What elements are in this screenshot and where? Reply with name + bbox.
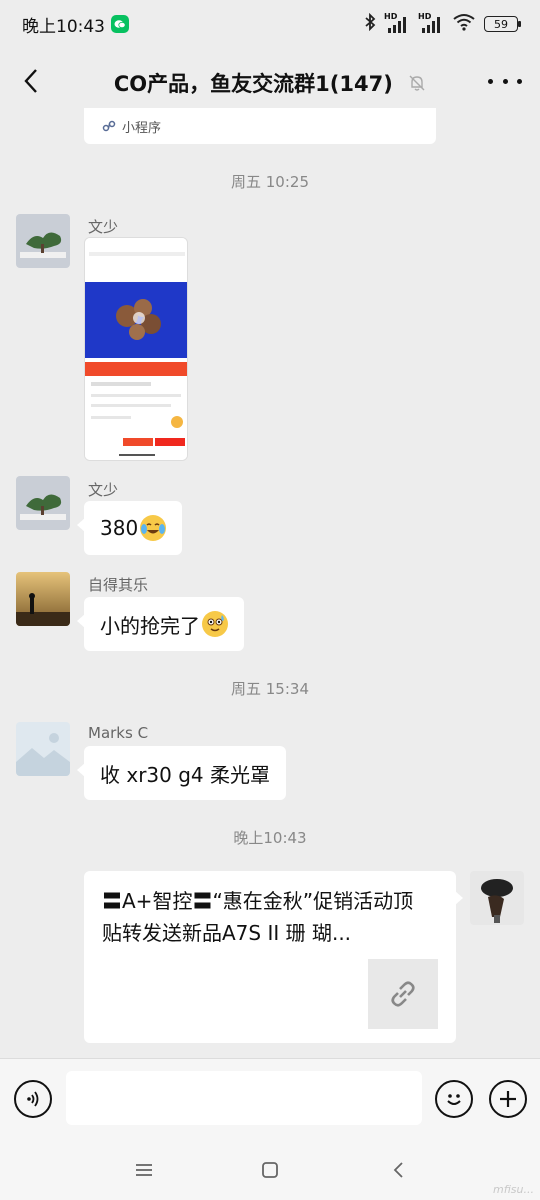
nav-back-button[interactable] (384, 1156, 412, 1184)
sender-name: Marks C (88, 724, 149, 742)
hd-label: HD (384, 12, 398, 21)
message-timestamp: 晚上10:43 (233, 829, 307, 847)
nav-menu-button[interactable] (130, 1156, 158, 1184)
plus-button[interactable] (489, 1080, 527, 1118)
link-message-card[interactable]: 〓A+智控〓“惠在金秋”促销活动顶贴转发送新品A7S II 珊 瑚... (84, 871, 463, 1043)
chat-title-text: CO产品，鱼友交流群1(147) (113, 72, 393, 96)
avatar[interactable] (16, 214, 70, 268)
image-message[interactable] (84, 237, 188, 461)
nav-home-button[interactable] (256, 1156, 284, 1184)
emoji-button[interactable] (435, 1080, 473, 1118)
message-timestamp: 周五 15:34 (231, 680, 309, 698)
mini-program-label: 小程序 (122, 120, 162, 136)
back-icon (393, 1162, 403, 1178)
emoji-icon (447, 1094, 461, 1105)
sender-name: 文少 (88, 481, 119, 499)
more-dots-icon (488, 78, 493, 84)
message-text: 小的抢完了 (100, 613, 200, 638)
avatar[interactable] (16, 722, 70, 776)
battery-indicator: 59 (484, 16, 521, 32)
plus-icon (500, 1091, 516, 1107)
wifi-icon (452, 13, 476, 36)
bell-off-icon (408, 73, 426, 97)
sweat-smile-emoji-icon (202, 611, 228, 637)
bluetooth-icon (364, 12, 376, 36)
message-bubble[interactable]: 小的抢完了 (77, 597, 244, 651)
mini-program-icon (102, 120, 116, 132)
avatar[interactable] (16, 476, 70, 530)
sender-name: 自得其乐 (88, 576, 149, 594)
message-input[interactable] (66, 1071, 422, 1125)
menu-icon (136, 1164, 152, 1176)
signal-icon: HD (384, 12, 410, 34)
hd-label-2: HD (418, 12, 432, 21)
avatar[interactable] (16, 572, 70, 626)
watermark: mfisu... (492, 1183, 534, 1196)
message-timestamp: 周五 10:25 (231, 173, 309, 191)
message-text: 收 xr30 g4 柔光罩 (100, 762, 270, 787)
link-thumbnail (368, 959, 438, 1029)
message-text: 380 (100, 516, 139, 540)
self-avatar[interactable] (470, 871, 524, 925)
chat-title: CO产品，鱼友交流群1(147) (0, 68, 540, 98)
wechat-notification-icon (111, 15, 129, 33)
link-title: 〓A+智控〓“惠在金秋”促销活动顶贴转发送新品A7S II 珊 瑚... (102, 889, 414, 945)
crying-laughing-emoji-icon (140, 515, 167, 541)
system-nav-bar: mfisu... (0, 1138, 540, 1200)
mini-program-card[interactable]: 小程序 (84, 108, 436, 144)
voice-icon (27, 1091, 39, 1107)
sender-name: 文少 (88, 218, 119, 236)
message-bubble[interactable]: 380 (76, 501, 183, 555)
status-bar: 晚上10:43 HD HD 59 (0, 0, 540, 48)
voice-button[interactable] (14, 1080, 52, 1118)
link-icon (391, 981, 415, 1007)
screenshot-thumbnail (85, 238, 187, 460)
message-bubble[interactable]: 收 xr30 g4 柔光罩 (77, 746, 286, 800)
signal-icon-2: HD (418, 12, 444, 34)
chat-input-bar (0, 1058, 540, 1138)
title-bar: CO产品，鱼友交流群1(147) (0, 48, 540, 114)
home-icon (262, 1162, 278, 1178)
status-time: 晚上10:43 (22, 16, 105, 37)
more-button[interactable] (488, 68, 522, 94)
